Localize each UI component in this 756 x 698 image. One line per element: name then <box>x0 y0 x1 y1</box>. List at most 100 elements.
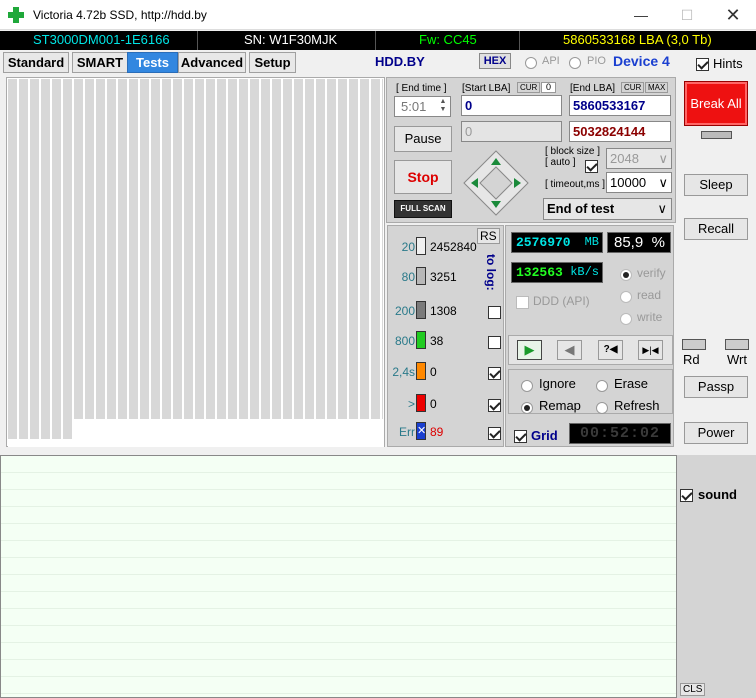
latency-stats-panel: RS to log: 20 2452840 80 3251 200 1308 8… <box>387 225 504 447</box>
stat-row-800: 800 38 <box>388 331 505 351</box>
timeout-label: [ timeout,ms ] <box>545 179 606 190</box>
ddd-api-label: DDD (API) <box>533 294 590 308</box>
play-forward-button[interactable]: ▶ <box>517 340 542 360</box>
remaining-lba-field: 5032824144 <box>569 121 671 142</box>
stat-row-2-4s: 2,4s 0 <box>388 362 505 382</box>
end-time-spinner[interactable]: ▲ ▼ <box>437 98 449 115</box>
stat-row-20: 20 2452840 <box>388 237 505 257</box>
progress-panel: 2576970 MB 85,9 % 132563 kB/s verify rea… <box>505 225 674 447</box>
butterfly-button[interactable]: ▶|◀ <box>638 340 663 360</box>
side-panel-lower: sound CLS <box>677 455 756 698</box>
tab-advanced[interactable]: Advanced <box>178 52 246 73</box>
sound-checkbox[interactable] <box>680 487 693 503</box>
cls-button[interactable]: CLS <box>680 683 706 696</box>
sleep-button[interactable]: Sleep <box>684 174 748 196</box>
stat-row-over: > 0 <box>388 394 505 414</box>
refresh-radio[interactable] <box>596 399 608 414</box>
repair-mode-group: Ignore Erase Remap Refresh <box>508 369 673 414</box>
api-radio[interactable] <box>525 54 537 69</box>
log-2-4s-checkbox[interactable] <box>488 366 501 381</box>
close-button[interactable]: ✕ <box>710 0 756 30</box>
maximize-button[interactable]: ☐ <box>664 0 710 30</box>
title-bar: Victoria 4.72b SSD, http://hdd.by — ☐ ✕ <box>0 0 756 30</box>
remap-radio[interactable] <box>521 399 533 414</box>
erase-radio[interactable] <box>596 377 608 392</box>
log-200-checkbox[interactable] <box>488 305 501 320</box>
power-button[interactable]: Power <box>684 422 748 444</box>
tab-smart[interactable]: SMART <box>72 52 128 73</box>
pause-button[interactable]: Pause <box>394 126 452 152</box>
recall-button[interactable]: Recall <box>684 218 748 240</box>
ignore-label: Ignore <box>539 376 576 391</box>
grid-checkbox[interactable] <box>514 428 527 444</box>
block-cells <box>8 79 383 445</box>
drive-model: ST3000DM001-1E6166 <box>33 32 170 47</box>
green-cross-icon <box>8 7 24 23</box>
direction-pad[interactable] <box>463 150 529 216</box>
drive-firmware: Fw: CC45 <box>419 32 477 47</box>
status-led <box>701 131 732 139</box>
end-action-select[interactable]: End of test ∨ <box>543 198 672 220</box>
error-icon: ✕ <box>416 422 426 440</box>
log-over-checkbox[interactable] <box>488 398 501 413</box>
auto-label: [ auto ] <box>545 157 576 168</box>
processed-mb-display: 2576970 MB <box>511 232 603 253</box>
tab-tests[interactable]: Tests <box>127 52 178 73</box>
start-cur-button[interactable]: CUR <box>517 82 541 93</box>
start-lba-label: [Start LBA] <box>462 83 511 94</box>
speed-display: 132563 kB/s <box>511 262 603 283</box>
verify-radio[interactable] <box>620 266 632 281</box>
ddd-api-checkbox[interactable] <box>516 294 529 310</box>
sound-label: sound <box>698 487 737 502</box>
drive-serial: SN: W1F30MJK <box>244 32 338 47</box>
elapsed-timer: 00:52:02 <box>569 423 671 444</box>
end-time-label: [ End time ] <box>396 83 447 94</box>
test-control-panel: [ End time ] 5:01 ▲ ▼ [Start LBA] CUR 0 [… <box>386 77 676 223</box>
block-size-select[interactable]: 2048 ∨ <box>606 148 672 169</box>
pio-label: PIO <box>587 55 606 67</box>
stop-button[interactable]: Stop <box>394 160 452 194</box>
ignore-radio[interactable] <box>521 377 533 392</box>
log-800-checkbox[interactable] <box>488 335 501 350</box>
window-title: Victoria 4.72b SSD, http://hdd.by <box>33 8 207 22</box>
scan-block-grid <box>6 77 385 447</box>
side-panel: Break All Sleep Recall Rd Wrt Passp Powe… <box>677 77 756 457</box>
hints-label: Hints <box>713 56 743 71</box>
play-backward-button[interactable]: ◀ <box>557 340 582 360</box>
rd-led <box>682 339 706 350</box>
tab-setup[interactable]: Setup <box>249 52 296 73</box>
verify-label: verify <box>637 266 666 280</box>
percent-display: 85,9 % <box>607 232 671 253</box>
end-lba-input[interactable]: 5860533167 <box>569 95 671 116</box>
device-selector[interactable]: Device 4 <box>613 53 670 69</box>
erase-label: Erase <box>614 376 648 391</box>
random-seek-button[interactable]: ?◀ <box>598 340 623 360</box>
break-all-button[interactable]: Break All <box>684 81 748 126</box>
rd-label: Rd <box>683 352 700 367</box>
write-radio[interactable] <box>620 310 632 325</box>
log-err-checkbox[interactable] <box>488 426 501 441</box>
wrt-label: Wrt <box>727 352 747 367</box>
tab-standard[interactable]: Standard <box>3 52 69 73</box>
auto-checkbox[interactable] <box>585 158 598 174</box>
read-label: read <box>637 288 662 302</box>
pio-radio[interactable] <box>569 54 581 69</box>
api-label: API <box>542 55 560 67</box>
hex-button[interactable]: HEX <box>479 53 511 69</box>
end-cur-button[interactable]: CUR <box>621 82 645 93</box>
drive-capacity: 5860533168 LBA (3,0 Tb) <box>563 32 712 47</box>
max-button[interactable]: MAX <box>645 82 669 93</box>
stat-row-200: 200 1308 <box>388 301 505 321</box>
read-radio[interactable] <box>620 288 632 303</box>
start-lba-input[interactable]: 0 <box>461 95 562 116</box>
full-scan-button[interactable]: FULL SCAN <box>394 200 452 218</box>
refresh-label: Refresh <box>614 398 660 413</box>
minimize-button[interactable]: — <box>618 0 664 30</box>
timeout-select[interactable]: 10000 ∨ <box>606 172 672 193</box>
scan-mode-bar: ▶ ◀ ?◀ ▶|◀ <box>508 335 673 365</box>
grid-label: Grid <box>531 428 558 443</box>
hints-checkbox[interactable] <box>696 56 709 72</box>
log-area[interactable] <box>0 455 677 698</box>
hdd-by-link[interactable]: HDD.BY <box>375 54 425 69</box>
passp-button[interactable]: Passp <box>684 376 748 398</box>
